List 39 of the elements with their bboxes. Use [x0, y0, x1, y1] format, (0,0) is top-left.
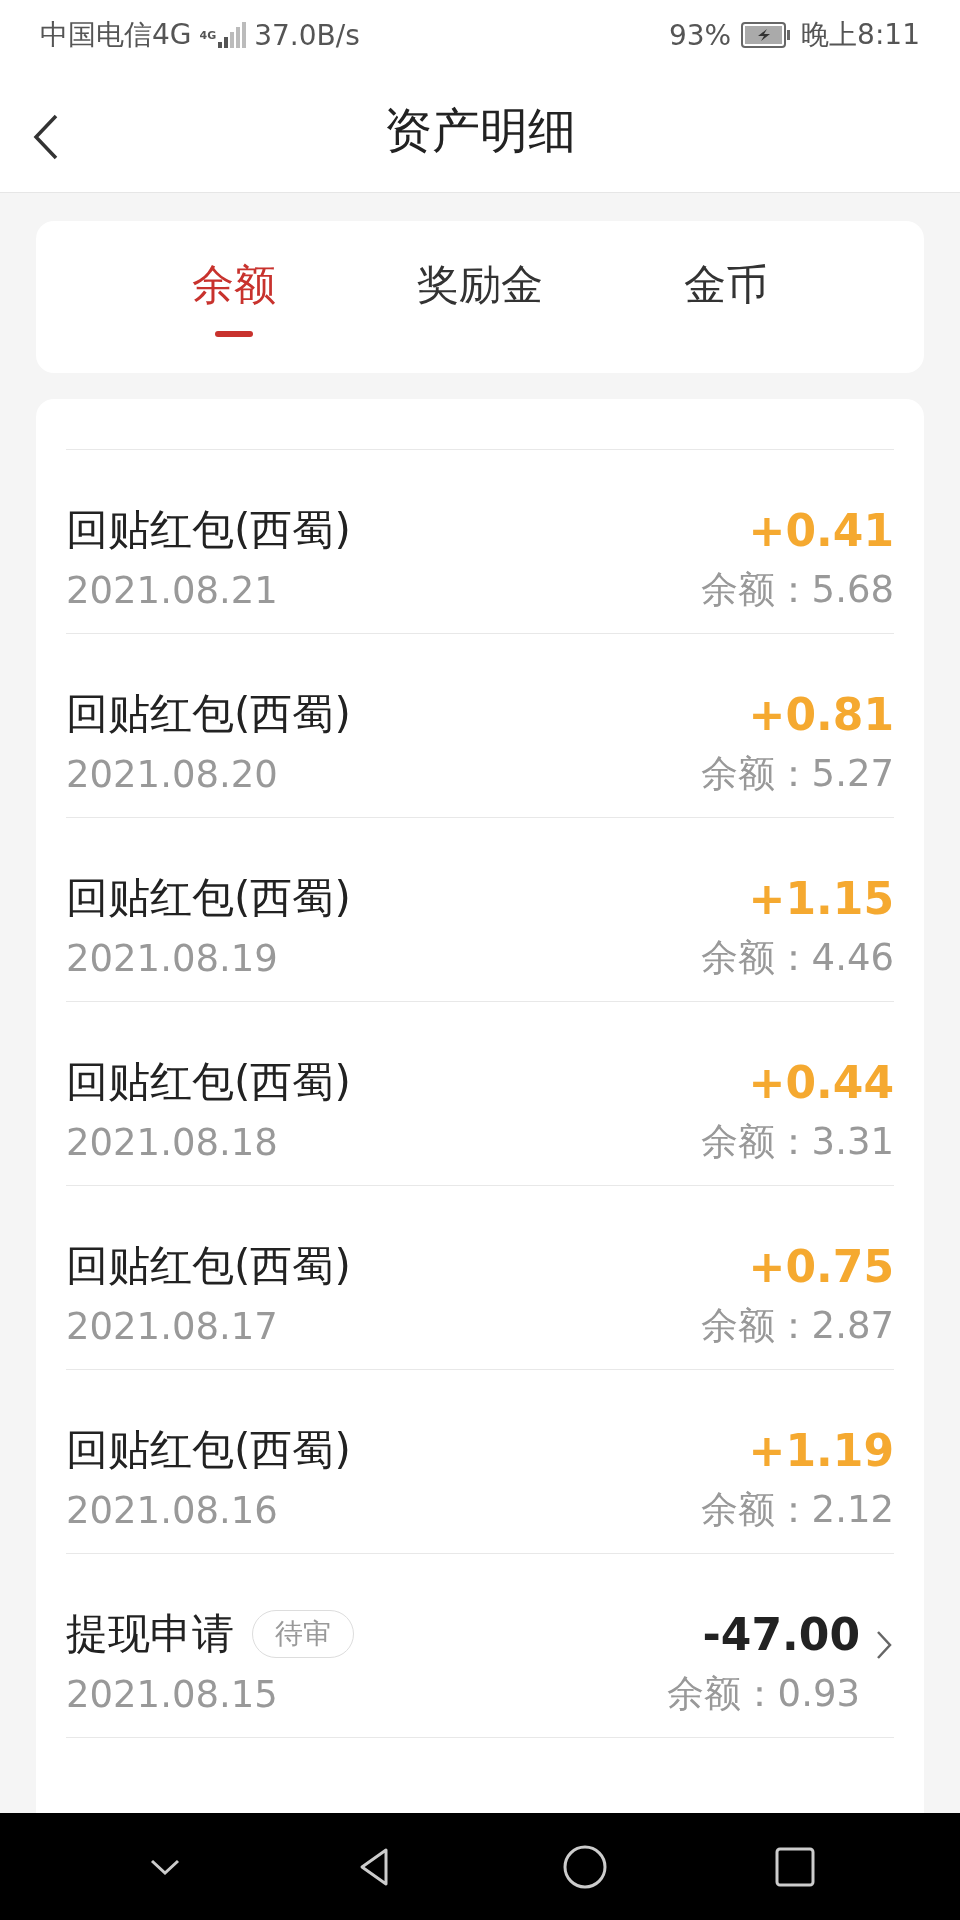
tab[interactable]: 奖励金 — [357, 221, 603, 373]
record-date: 2021.08.17 — [66, 1304, 278, 1348]
balance-text: 余额：5.27 — [700, 751, 894, 797]
record-amount: +0.41 — [748, 504, 894, 556]
balance-text: 余额：2.12 — [700, 1487, 894, 1533]
network-type-label: 4G — [199, 29, 217, 41]
balance-text: 余额：2.87 — [700, 1303, 894, 1349]
record-title: 回贴红包(西蜀) — [66, 872, 351, 924]
record-amount: +1.19 — [748, 1424, 894, 1476]
record-amount: +0.81 — [748, 688, 894, 740]
record-title: 提现申请 — [66, 1608, 234, 1660]
record-title: 回贴红包(西蜀) — [66, 1240, 351, 1292]
balance-text: 余额：0.93 — [666, 1671, 860, 1717]
record-date: 2021.08.15 — [66, 1672, 278, 1716]
battery-percent: 93% — [668, 18, 732, 52]
record-title: 回贴红包(西蜀) — [66, 688, 351, 740]
clock-time: 晚上8:11 — [801, 17, 920, 53]
balance-text: 余额：4.46 — [700, 935, 894, 981]
battery-charging-icon — [741, 22, 792, 48]
record-amount: +1.15 — [748, 872, 894, 924]
record-amount: -47.00 — [702, 1608, 860, 1660]
record-date: 2021.08.19 — [66, 936, 278, 980]
record-title: 回贴红包(西蜀) — [66, 1424, 351, 1476]
record-amount: +0.44 — [748, 1056, 894, 1108]
balance-text: 余额：3.31 — [700, 1119, 894, 1165]
tab[interactable]: 余额 — [111, 221, 357, 373]
record-date: 2021.08.16 — [66, 1488, 278, 1532]
balance-text: 余额：5.68 — [700, 567, 894, 613]
record-date: 2021.08.20 — [66, 752, 278, 796]
tab[interactable]: 金币 — [603, 221, 849, 373]
page-title: 资产明细 — [384, 101, 576, 160]
record-title: 回贴红包(西蜀) — [66, 1056, 351, 1108]
network-speed: 37.0B/s — [254, 18, 360, 52]
signal-icon — [218, 20, 247, 50]
record-amount: +0.75 — [748, 1240, 894, 1292]
record-date: 2021.08.18 — [66, 1120, 278, 1164]
record-title: 回贴红包(西蜀) — [66, 504, 351, 556]
record-date: 2021.08.21 — [66, 568, 278, 612]
carrier-text: 中国电信4G — [40, 17, 192, 53]
